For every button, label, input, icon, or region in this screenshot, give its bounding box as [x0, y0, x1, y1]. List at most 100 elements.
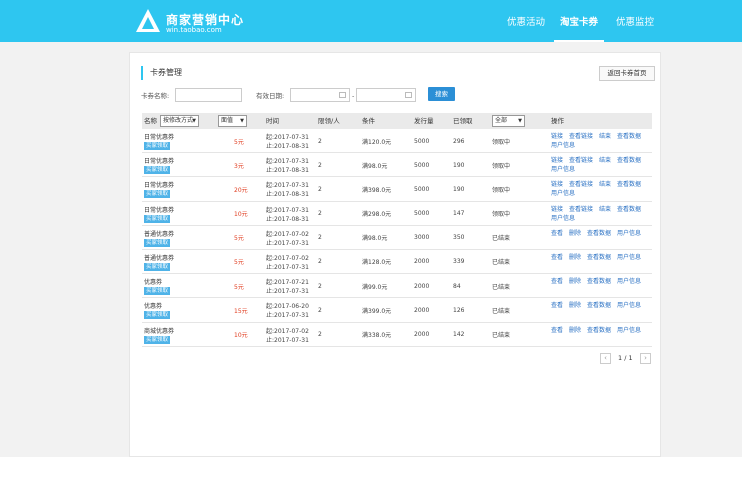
row-action-link[interactable]: 查看数据	[587, 327, 611, 334]
row-action-link[interactable]: 查看	[551, 302, 563, 309]
status-filter-select[interactable]: 全部 ▼	[492, 115, 525, 127]
row-actions: 查看 删除 查看数据 用户信息	[551, 277, 651, 286]
validity-period: 起:2017-07-31 止:2017-08-31	[266, 129, 316, 153]
issued-count: 2000	[414, 282, 430, 290]
row-action-link[interactable]: 查看数据	[617, 133, 641, 140]
row-action-link[interactable]: 结束	[599, 181, 611, 188]
row-action-link[interactable]: 查看链接	[569, 133, 593, 140]
row-action-link[interactable]: 用户信息	[551, 190, 575, 197]
end-date-input[interactable]	[356, 88, 416, 102]
claimed-count: 147	[453, 210, 465, 218]
claimed-count: 190	[453, 161, 465, 169]
type-filter-select[interactable]: 按修改方式 ▼	[160, 115, 199, 127]
row-action-link[interactable]: 查看数据	[587, 230, 611, 237]
row-action-link[interactable]: 查看数据	[617, 206, 641, 213]
end-date: 止:2017-07-31	[266, 312, 309, 320]
row-action-link[interactable]: 查看	[551, 278, 563, 285]
table-row: 日常优惠券 买家领取 10元 起:2017-07-31 止:2017-08-31 2 满29…	[142, 202, 652, 226]
back-to-coupons-button[interactable]: 返回卡券首页	[599, 66, 655, 81]
row-action-link[interactable]: 删除	[569, 302, 581, 309]
row-action-link[interactable]: 用户信息	[617, 327, 641, 334]
row-action-link[interactable]: 链接	[551, 157, 563, 164]
row-action-link[interactable]: 结束	[599, 157, 611, 164]
row-action-link[interactable]: 查看数据	[617, 181, 641, 188]
end-date: 止:2017-08-31	[266, 143, 309, 150]
row-action-link[interactable]: 链接	[551, 206, 563, 213]
row-action-link[interactable]: 用户信息	[617, 254, 641, 261]
value-filter-select[interactable]: 面值 ▼	[218, 115, 247, 127]
col-condition: 条件	[362, 117, 375, 125]
nav-promotions[interactable]: 优惠活动	[503, 0, 549, 42]
nav-promo-monitor[interactable]: 优惠监控	[612, 0, 658, 42]
row-action-link[interactable]: 用户信息	[617, 278, 641, 285]
row-action-link[interactable]: 用户信息	[617, 230, 641, 237]
row-action-link[interactable]: 查看链接	[569, 181, 593, 188]
coupon-status: 已结束	[492, 332, 511, 339]
row-action-link[interactable]: 用户信息	[551, 215, 575, 222]
page-title: 卡券管理	[141, 66, 182, 80]
date-separator: -	[352, 92, 355, 100]
coupon-name-cell: 普通优惠券 买家领取	[144, 250, 204, 274]
col-time: 时间	[266, 117, 279, 125]
row-action-link[interactable]: 删除	[569, 278, 581, 285]
row-action-link[interactable]: 查看数据	[617, 157, 641, 164]
start-date-input[interactable]	[290, 88, 350, 102]
validity-period: 起:2017-07-31 止:2017-08-31	[266, 202, 316, 226]
row-action-link[interactable]: 删除	[569, 254, 581, 261]
limit-per-user: 2	[318, 137, 322, 145]
coupon-name-label: 卡券名称:	[141, 92, 170, 100]
coupon-name-cell: 日常优惠券 买家领取	[144, 129, 204, 153]
validity-period: 起:2017-06-20 止:2017-07-31	[266, 298, 316, 322]
row-action-link[interactable]: 查看	[551, 327, 563, 334]
use-condition: 满98.0元	[362, 235, 388, 243]
row-action-link[interactable]: 查看链接	[569, 157, 593, 164]
coupon-status: 已结束	[492, 259, 511, 267]
table-row: 日常优惠券 买家领取 20元 起:2017-07-31 止:2017-08-31 2 满39…	[142, 177, 652, 202]
claimed-count: 350	[453, 234, 465, 242]
row-action-link[interactable]: 查看	[551, 254, 563, 261]
row-action-link[interactable]: 查看数据	[587, 302, 611, 309]
row-action-link[interactable]: 链接	[551, 133, 563, 140]
start-date: 起:2017-07-02	[266, 254, 309, 262]
nav-taobao-coupons[interactable]: 淘宝卡券	[554, 0, 604, 42]
start-date: 起:2017-07-02	[266, 327, 309, 335]
validity-period: 起:2017-07-21 止:2017-07-31	[266, 274, 316, 298]
limit-per-user: 2	[318, 161, 322, 169]
use-condition: 满99.0元	[362, 283, 388, 291]
row-action-link[interactable]: 结束	[599, 133, 611, 140]
logo-icon	[136, 9, 160, 32]
chevron-down-icon: ▼	[192, 118, 196, 124]
use-condition: 满120.0元	[362, 138, 392, 146]
coupon-name: 优惠券	[144, 303, 163, 311]
col-issued: 发行量	[414, 117, 434, 125]
row-action-link[interactable]: 删除	[569, 327, 581, 334]
row-action-link[interactable]: 用户信息	[551, 166, 575, 173]
validity-period: 起:2017-07-02 止:2017-07-31	[266, 323, 316, 347]
row-action-link[interactable]: 删除	[569, 230, 581, 237]
start-date: 起:2017-06-20	[266, 303, 309, 311]
row-action-link[interactable]: 查看	[551, 230, 563, 237]
coupon-name-cell: 日常优惠券 买家领取	[144, 177, 204, 201]
issued-count: 5000	[414, 137, 430, 145]
row-action-link[interactable]: 链接	[551, 181, 563, 188]
row-action-link[interactable]: 查看链接	[569, 206, 593, 213]
row-action-link[interactable]: 用户信息	[551, 142, 575, 149]
search-button[interactable]: 搜索	[428, 87, 455, 101]
row-action-link[interactable]: 结束	[599, 206, 611, 213]
claim-type-badge: 买家领取	[144, 214, 171, 223]
coupon-value: 5元	[234, 259, 244, 267]
coupon-name-input[interactable]	[175, 88, 242, 102]
col-ops: 操作	[551, 117, 564, 125]
row-action-link[interactable]: 查看数据	[587, 278, 611, 285]
start-date: 起:2017-07-31	[266, 182, 309, 190]
limit-per-user: 2	[318, 210, 322, 218]
coupon-name: 日常优惠券	[144, 182, 175, 190]
start-date: 起:2017-07-31	[266, 158, 309, 166]
coupon-value: 10元	[234, 332, 248, 339]
next-page-button[interactable]: ›	[640, 353, 651, 364]
prev-page-button[interactable]: ‹	[600, 353, 611, 364]
calendar-icon	[405, 92, 412, 98]
row-action-link[interactable]: 查看数据	[587, 254, 611, 261]
claim-type-badge: 买家领取	[144, 287, 171, 296]
row-action-link[interactable]: 用户信息	[617, 302, 641, 309]
